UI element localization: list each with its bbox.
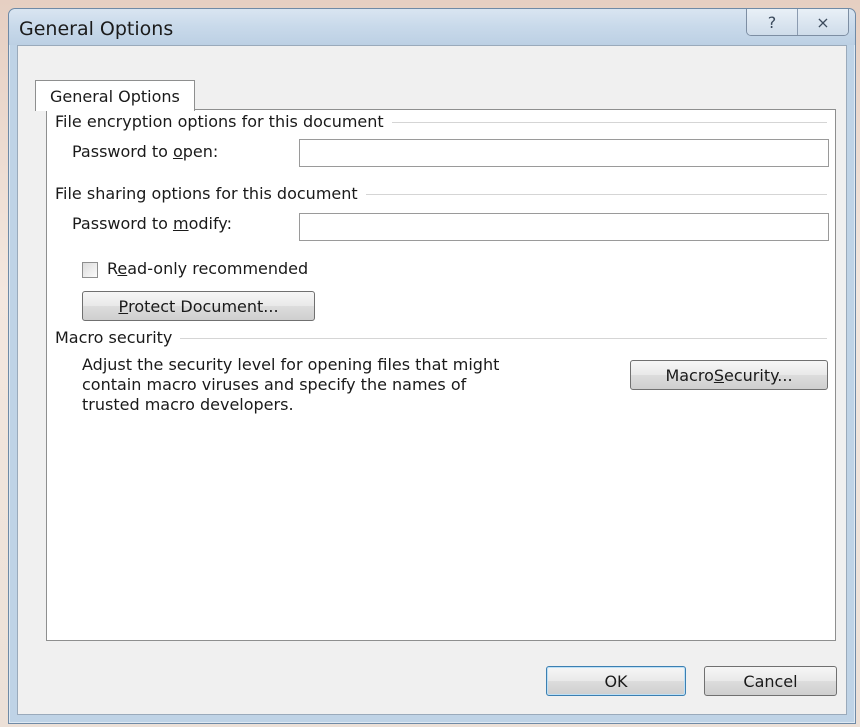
tab-general-options[interactable]: General Options [35,80,195,111]
protect-document-button[interactable]: Protect Document... [82,291,315,321]
dialog-client-area: General Options File encryption options … [17,45,847,715]
help-icon: ? [767,12,777,32]
password-to-open-field[interactable] [299,139,829,167]
help-button[interactable]: ? [747,9,797,35]
tab-panel: File encryption options for this documen… [46,109,836,641]
general-options-dialog: General Options ? ⨯ General Options File… [8,8,856,724]
macro-group-title: Macro security [55,328,181,347]
sharing-group-title: File sharing options for this document [55,184,366,203]
close-icon: ⨯ [816,12,830,32]
macro-description: Adjust the security level for opening fi… [82,355,500,414]
encryption-group-title: File encryption options for this documen… [55,112,392,131]
title-buttons: ? ⨯ [746,9,849,36]
cancel-button[interactable]: Cancel [704,666,837,696]
ok-button[interactable]: OK [546,666,686,696]
password-to-modify-field[interactable] [299,213,829,241]
read-only-label[interactable]: Read-only recommended [107,259,308,278]
password-modify-label: Password to modify: [72,214,232,233]
title-bar: General Options ? ⨯ [9,9,855,45]
read-only-checkbox[interactable] [82,262,98,278]
dialog-title: General Options [19,18,174,40]
macro-security-button[interactable]: Macro Security... [630,360,828,390]
close-button[interactable]: ⨯ [797,9,848,35]
password-open-label: Password to open: [72,142,219,161]
